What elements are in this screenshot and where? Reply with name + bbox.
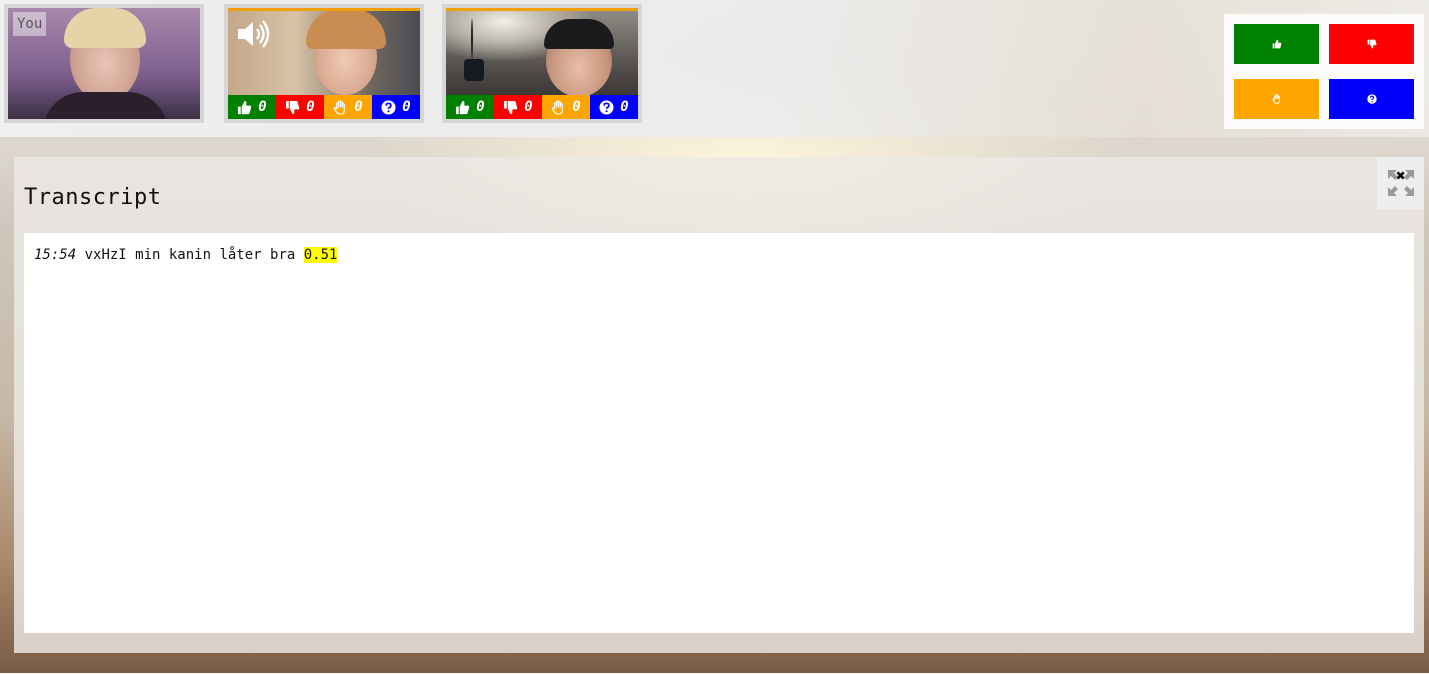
you-label: You — [13, 12, 47, 36]
close-icon[interactable]: ✖ — [1396, 166, 1406, 185]
question-icon — [381, 99, 396, 115]
raise-hand-counter: 0 — [324, 95, 372, 119]
question-counter: 0 — [372, 95, 420, 119]
question-button[interactable] — [1329, 79, 1414, 119]
thumbs-up-icon — [238, 100, 252, 114]
top-bar: You 0 0 0 0 0 0 0 0 — [0, 0, 1429, 137]
thumbs-up-counter: 0 — [446, 95, 494, 119]
participant-tile-1[interactable]: 0 0 0 0 — [224, 4, 424, 123]
raise-hand-icon — [551, 99, 564, 115]
thumbs-up-icon — [1272, 39, 1281, 49]
raise-hand-icon — [1271, 94, 1280, 104]
thumbs-up-counter: 0 — [228, 95, 276, 119]
raise-hand-icon — [333, 99, 346, 115]
raise-hand-counter: 0 — [542, 95, 590, 119]
thumbs-up-count: 0 — [258, 99, 267, 115]
entry-score: 0.51 — [303, 247, 338, 263]
thumbs-down-counter: 0 — [276, 95, 324, 119]
entry-text: vxHzI min kanin låter bra — [84, 247, 296, 263]
participant-1-counters: 0 0 0 0 — [228, 95, 420, 119]
question-icon — [599, 99, 614, 115]
transcript-panel: Transcript ✖ 15:54 vxHzI min kanin låter… — [14, 157, 1424, 653]
thumbs-up-icon — [456, 100, 470, 114]
entry-time: 15:54 — [34, 247, 77, 263]
speaker-volume-icon — [238, 20, 270, 48]
participant-video-2: 0 0 0 0 — [446, 8, 638, 119]
thumbs-down-icon — [286, 100, 300, 114]
transcript-title: Transcript — [24, 185, 162, 210]
raise-hand-count: 0 — [572, 99, 581, 115]
thumbs-up-count: 0 — [476, 99, 485, 115]
thumbs-down-icon — [504, 100, 518, 114]
question-icon — [1366, 94, 1377, 104]
transcript-entry: 15:54 vxHzI min kanin låter bra 0.51 — [34, 247, 338, 263]
raise-hand-count: 0 — [354, 99, 363, 115]
thumbs-down-icon — [1367, 39, 1376, 49]
self-video-tile: You — [4, 4, 204, 123]
question-count: 0 — [402, 99, 411, 115]
self-video: You — [8, 8, 200, 119]
participant-tile-2[interactable]: 0 0 0 0 — [442, 4, 642, 123]
participant-2-counters: 0 0 0 0 — [446, 95, 638, 119]
participant-video-1: 0 0 0 0 — [228, 8, 420, 119]
thumbs-down-counter: 0 — [494, 95, 542, 119]
question-counter: 0 — [590, 95, 638, 119]
thumbs-down-count: 0 — [524, 99, 533, 115]
thumbs-down-count: 0 — [306, 99, 315, 115]
raise-hand-button[interactable] — [1234, 79, 1319, 119]
vote-panel — [1224, 14, 1424, 129]
thumbs-up-button[interactable] — [1234, 24, 1319, 64]
thumbs-down-button[interactable] — [1329, 24, 1414, 64]
transcript-content: 15:54 vxHzI min kanin låter bra 0.51 — [24, 233, 1414, 633]
question-count: 0 — [620, 99, 629, 115]
